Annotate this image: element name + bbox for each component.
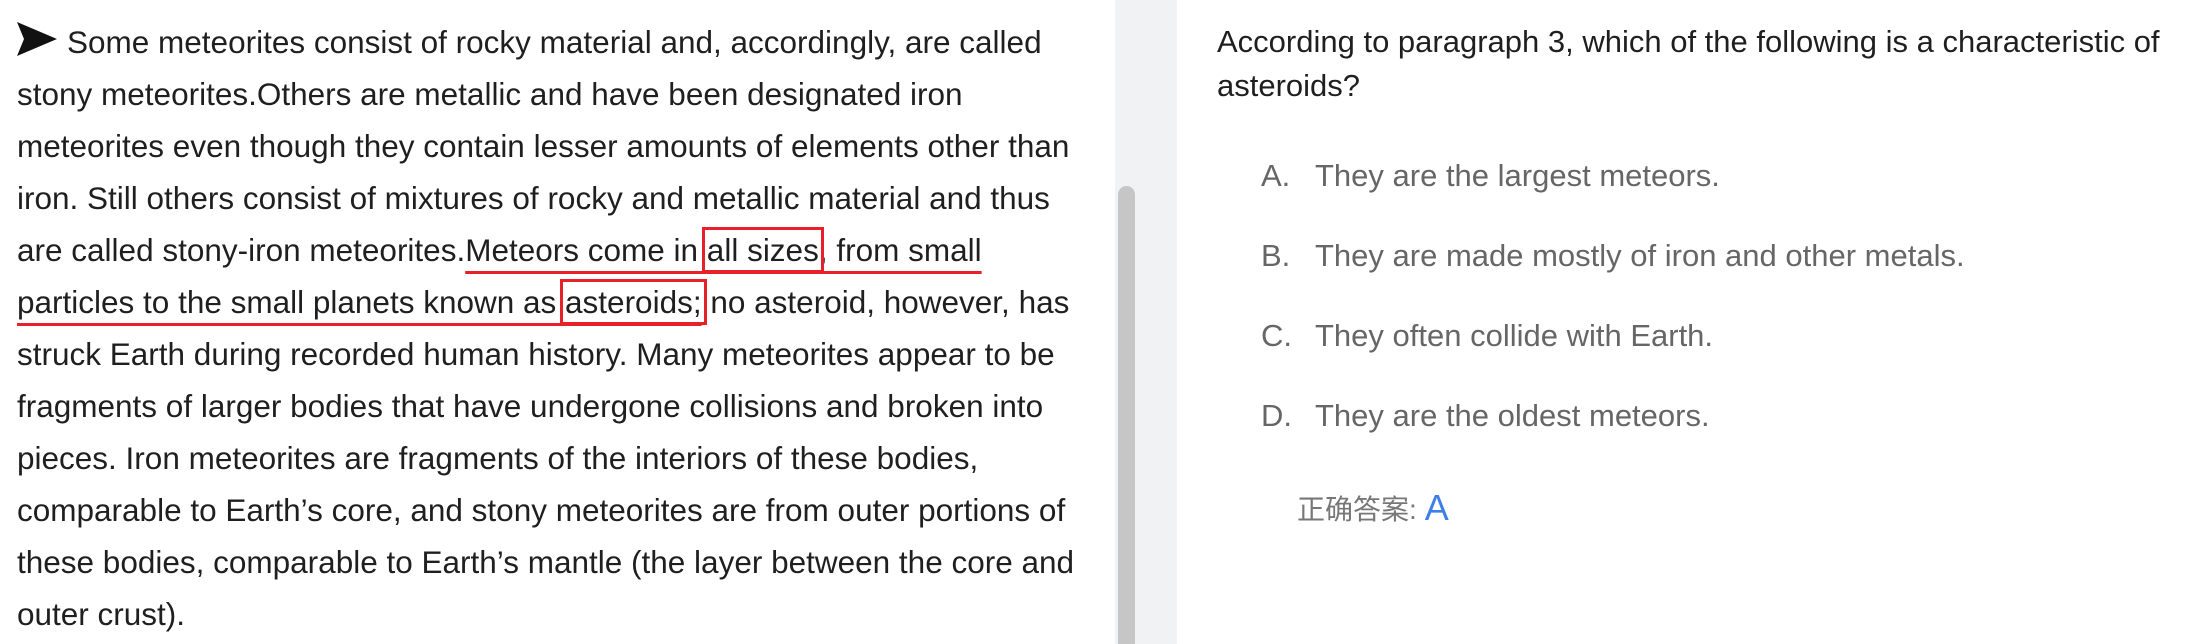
scrollbar-thumb[interactable] (1118, 186, 1135, 644)
option-a-letter: A. (1261, 158, 1291, 193)
triangle-right-icon (17, 22, 57, 56)
passage-text-end: no asteroid, however, has struck Earth d… (17, 284, 1075, 632)
passage-pane: Some meteorites consist of rocky materia… (0, 0, 1115, 644)
option-a-text: They are the largest meteors. (1315, 158, 1720, 193)
passage-paragraph: Some meteorites consist of rocky materia… (17, 16, 1087, 640)
highlight-all-sizes: all sizes (701, 227, 824, 273)
option-d-text: They are the oldest meteors. (1315, 398, 1710, 433)
option-d[interactable]: D. They are the oldest meteors. (1261, 398, 1710, 434)
highlight-asteroids: asteroids; (560, 279, 707, 325)
correct-answer: 正确答案: A (1297, 487, 1449, 529)
option-c-text: They often collide with Earth. (1315, 318, 1714, 353)
option-c[interactable]: C. They often collide with Earth. (1261, 318, 1713, 354)
option-d-letter: D. (1261, 398, 1292, 433)
correct-answer-value: A (1424, 487, 1449, 528)
passage-text-meteors: Meteors come in (465, 232, 707, 268)
option-b-letter: B. (1261, 238, 1291, 273)
semicolon: ; (692, 284, 702, 320)
option-c-letter: C. (1261, 318, 1292, 353)
option-b[interactable]: B. They are made mostly of iron and other… (1261, 238, 1965, 274)
option-b-text: They are made mostly of iron and other m… (1315, 238, 1965, 273)
question-pane: According to paragraph 3, which of the f… (1177, 0, 2206, 644)
highlight-asteroids-word: asteroids (565, 284, 693, 320)
question-text: According to paragraph 3, which of the f… (1217, 24, 2160, 103)
option-a[interactable]: A. They are the largest meteors. (1261, 158, 1720, 194)
correct-answer-label: 正确答案: (1297, 494, 1417, 525)
